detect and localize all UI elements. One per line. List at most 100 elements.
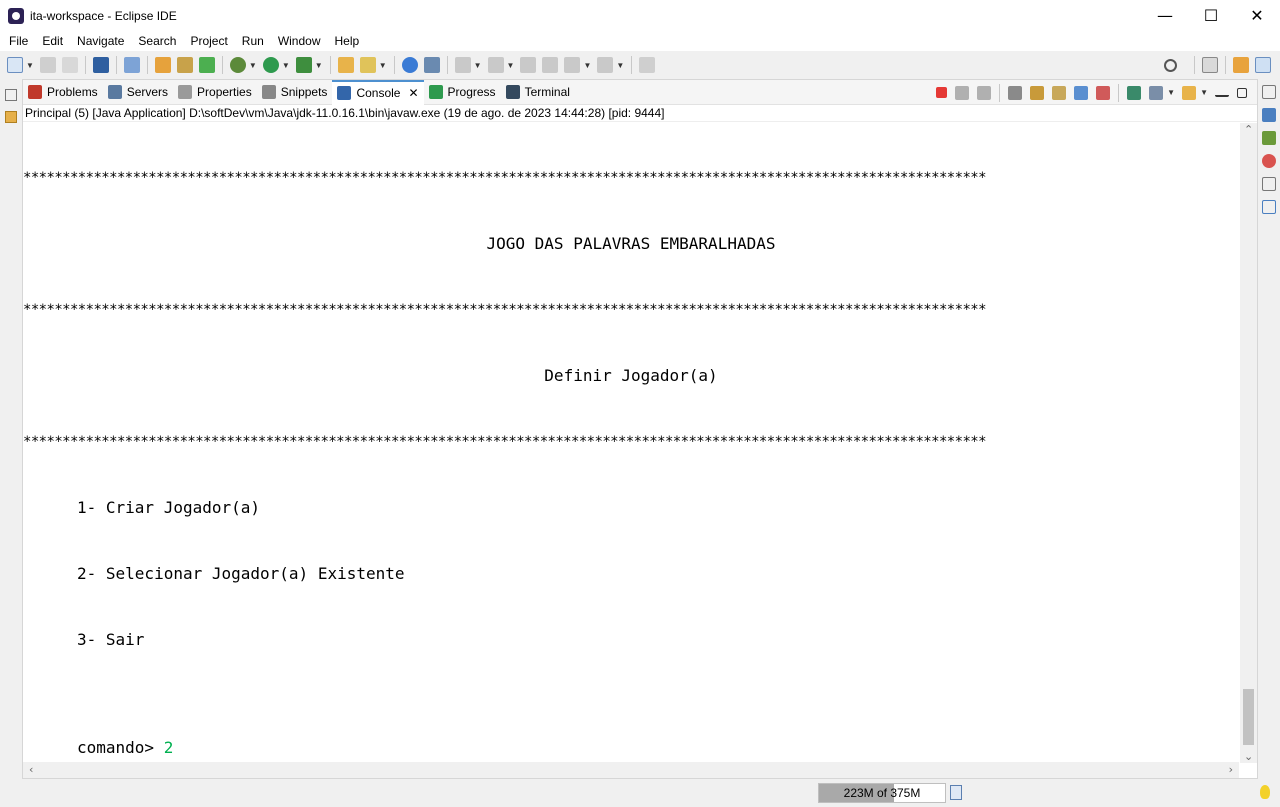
- restore-icon[interactable]: [1262, 177, 1276, 191]
- scroll-up-icon[interactable]: ⌃: [1244, 123, 1253, 136]
- debug-icon[interactable]: [229, 57, 246, 73]
- display-console-icon[interactable]: [1149, 85, 1164, 100]
- forward-icon[interactable]: [597, 57, 614, 73]
- run-gc-icon[interactable]: [950, 785, 962, 800]
- scroll-thumb[interactable]: [1243, 689, 1254, 745]
- separator-line: ****************************************…: [23, 302, 987, 318]
- search-tool-icon[interactable]: [359, 57, 376, 73]
- pin-editor-icon[interactable]: [639, 57, 656, 73]
- menu-navigate[interactable]: Navigate: [70, 34, 131, 48]
- clear-console-icon[interactable]: [1008, 85, 1023, 100]
- menu-option: 1- Criar Jogador(a): [77, 498, 261, 517]
- word-wrap-icon[interactable]: [1052, 85, 1067, 100]
- last-edit-icon[interactable]: [520, 57, 537, 73]
- menu-search[interactable]: Search: [131, 34, 183, 48]
- new-class-icon[interactable]: [198, 57, 215, 73]
- close-icon[interactable]: ✕: [408, 86, 418, 100]
- scroll-down-icon[interactable]: ⌄: [1244, 750, 1253, 763]
- scroll-lock-icon[interactable]: [1030, 85, 1045, 100]
- user-input[interactable]: 2: [164, 738, 174, 757]
- vertical-scrollbar[interactable]: ⌃ ⌄: [1240, 123, 1257, 763]
- minimize-view-icon[interactable]: [1215, 89, 1229, 97]
- remove-all-terminated-icon[interactable]: [977, 85, 992, 100]
- menu-run[interactable]: Run: [235, 34, 271, 48]
- next-annotation-icon[interactable]: [454, 57, 471, 73]
- globe-icon[interactable]: [401, 57, 418, 73]
- minimize-button[interactable]: —: [1142, 0, 1188, 31]
- scroll-left-icon[interactable]: ‹: [29, 763, 33, 776]
- status-bar: 223M of 375M: [0, 779, 1280, 807]
- new-package-icon[interactable]: [176, 57, 193, 73]
- new-dropdown-icon[interactable]: ▼: [26, 61, 34, 70]
- close-button[interactable]: ✕: [1234, 0, 1280, 31]
- debug-perspective-icon[interactable]: [1255, 57, 1271, 73]
- open-console-icon[interactable]: [1182, 85, 1197, 100]
- console-output[interactable]: ****************************************…: [23, 123, 1239, 763]
- tab-label: Snippets: [280, 85, 328, 99]
- menu-help[interactable]: Help: [328, 34, 367, 48]
- problems-icon: [28, 85, 42, 99]
- open-perspective-icon[interactable]: [1202, 57, 1218, 73]
- junit-icon[interactable]: [1262, 131, 1276, 145]
- package-explorer-icon[interactable]: [5, 111, 17, 123]
- terminal-open-icon[interactable]: [92, 57, 109, 73]
- toolbar-separator: [1225, 56, 1226, 74]
- display-console-dropdown-icon[interactable]: ▼: [1167, 88, 1175, 97]
- tip-bulb-icon[interactable]: [1260, 785, 1270, 799]
- forward-dropdown-icon[interactable]: ▼: [616, 61, 624, 70]
- menu-window[interactable]: Window: [271, 34, 328, 48]
- error-log-icon[interactable]: [1262, 154, 1276, 168]
- tab-terminal[interactable]: Terminal: [501, 80, 575, 105]
- run-icon[interactable]: [262, 57, 279, 73]
- restore-icon[interactable]: [5, 89, 17, 101]
- remove-launch-icon[interactable]: [955, 85, 970, 100]
- show-on-stderr-icon[interactable]: [1096, 85, 1111, 100]
- skip-breakpoints-icon[interactable]: [123, 57, 140, 73]
- next-annotation-dropdown-icon[interactable]: ▼: [474, 61, 482, 70]
- tab-servers[interactable]: Servers: [103, 80, 173, 105]
- new-icon[interactable]: [7, 57, 23, 73]
- menu-edit[interactable]: Edit: [35, 34, 70, 48]
- horizontal-scrollbar[interactable]: ‹ ›: [23, 762, 1239, 778]
- menu-project[interactable]: Project: [183, 34, 234, 48]
- tab-progress[interactable]: Progress: [424, 80, 501, 105]
- restore-icon[interactable]: [1262, 85, 1276, 99]
- heap-status[interactable]: 223M of 375M: [818, 783, 946, 803]
- back-icon[interactable]: [564, 57, 581, 73]
- terminate-icon[interactable]: [936, 87, 948, 98]
- outline-icon[interactable]: [1262, 108, 1276, 122]
- scroll-right-icon[interactable]: ›: [1229, 763, 1233, 776]
- tab-label: Properties: [197, 85, 252, 99]
- run-external-tool-icon[interactable]: [295, 57, 312, 73]
- external-tool-dropdown-icon[interactable]: ▼: [315, 61, 323, 70]
- tab-properties[interactable]: Properties: [173, 80, 257, 105]
- toolbar-separator: [999, 83, 1001, 102]
- java-perspective-icon[interactable]: [1233, 57, 1249, 73]
- open-task-icon[interactable]: [423, 57, 440, 73]
- tab-snippets[interactable]: Snippets: [257, 80, 333, 105]
- servers-icon: [107, 85, 122, 99]
- save-all-icon[interactable]: [61, 57, 78, 73]
- show-on-stdout-icon[interactable]: [1074, 85, 1089, 100]
- new-java-project-icon[interactable]: [154, 57, 171, 73]
- tab-label: Console: [356, 86, 401, 100]
- open-console-dropdown-icon[interactable]: ▼: [1200, 88, 1208, 97]
- back-dropdown-icon[interactable]: ▼: [583, 61, 591, 70]
- command-prompt[interactable]: comando> 2: [77, 737, 173, 759]
- task-list-icon[interactable]: [1262, 200, 1276, 214]
- run-dropdown-icon[interactable]: ▼: [282, 61, 290, 70]
- debug-dropdown-icon[interactable]: ▼: [249, 61, 257, 70]
- forward-edit-icon[interactable]: [542, 57, 559, 73]
- previous-annotation-dropdown-icon[interactable]: ▼: [507, 61, 515, 70]
- menu-file[interactable]: File: [2, 34, 35, 48]
- tab-console[interactable]: Console ✕: [332, 79, 424, 105]
- search-dropdown-icon[interactable]: ▼: [379, 61, 387, 70]
- pin-console-icon[interactable]: [1127, 85, 1142, 100]
- maximize-button[interactable]: ☐: [1188, 0, 1234, 31]
- save-icon[interactable]: [39, 57, 56, 73]
- tab-problems[interactable]: Problems: [23, 80, 103, 105]
- previous-annotation-icon[interactable]: [487, 57, 504, 73]
- open-type-icon[interactable]: [337, 57, 354, 73]
- search-icon[interactable]: [1164, 58, 1177, 72]
- maximize-view-icon[interactable]: [1237, 87, 1247, 98]
